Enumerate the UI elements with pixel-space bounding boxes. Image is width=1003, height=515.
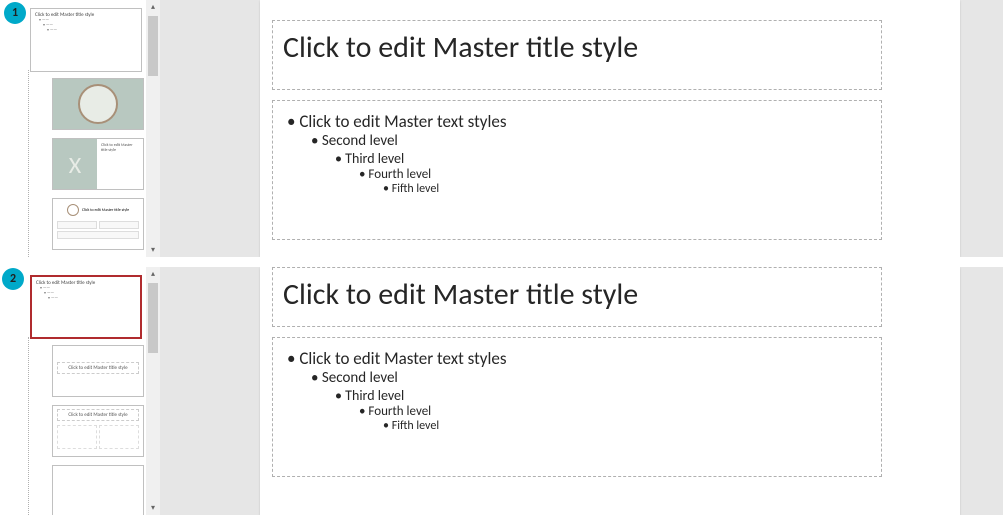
master-title-placeholder[interactable]: Click to edit Master title style (272, 20, 882, 90)
thumb-title-placeholder: Click to edit Master title style (57, 409, 139, 421)
slide-editor-bottom: Click to edit Master title style Click t… (160, 267, 1003, 515)
x-graphic: X (69, 151, 81, 180)
master-title-text: Click to edit Master title style (283, 29, 871, 66)
slide-canvas[interactable]: Click to edit Master title style Click t… (260, 267, 960, 515)
thumb-small-title: Click to edit Master title style (82, 208, 129, 213)
body-level-4: Fourth level (359, 167, 867, 182)
scrollbar-thumb[interactable] (148, 16, 158, 76)
body-level-2: Second level (311, 369, 867, 387)
thumb-body: • —— • —— • —— (40, 286, 136, 301)
scrollbar-thumb[interactable] (148, 283, 158, 353)
scrollbar-track[interactable] (146, 281, 160, 501)
body-level-3: Third level (335, 150, 867, 167)
slide-layout-thumbnail-3[interactable]: Click to edit Master title style (52, 198, 144, 250)
thumbnail-pane-top: Click to edit Master title style • —— • … (0, 0, 160, 257)
panel-divider (0, 257, 1003, 267)
slide-canvas[interactable]: Click to edit Master title style Click t… (260, 0, 960, 257)
master-body-placeholder[interactable]: Click to edit Master text styles Second … (272, 100, 882, 240)
master-body-placeholder[interactable]: Click to edit Master text styles Second … (272, 337, 882, 477)
panel-bottom: Click to edit Master title style • —— • … (0, 267, 1003, 515)
thumb-right-text: Click to edit Master title style (97, 139, 143, 189)
tree-connector (28, 70, 29, 257)
thumbnail-pane-bottom: Click to edit Master title style • —— • … (0, 267, 160, 515)
callout-number-2: 2 (2, 268, 24, 290)
body-level-5: Fifth level (383, 419, 867, 433)
wreath-graphic (78, 84, 118, 124)
body-level-2: Second level (311, 132, 867, 150)
wreath-small-graphic (67, 204, 79, 216)
scroll-down-arrow-icon[interactable]: ▾ (146, 501, 160, 515)
thumb-title-placeholder: Click to edit Master title style (57, 362, 139, 374)
slide-layout-thumbnail-2[interactable]: Click to edit Master title style (52, 405, 144, 457)
body-level-1: Click to edit Master text styles (287, 348, 867, 369)
slide-master-thumbnail-selected[interactable]: Click to edit Master title style • —— • … (30, 275, 142, 339)
panel-top: Click to edit Master title style • —— • … (0, 0, 1003, 257)
scroll-up-arrow-icon[interactable]: ▴ (146, 267, 160, 281)
body-level-4: Fourth level (359, 404, 867, 419)
master-title-text: Click to edit Master title style (283, 276, 871, 313)
body-level-1: Click to edit Master text styles (287, 111, 867, 132)
slide-master-thumbnail[interactable]: Click to edit Master title style • —— • … (30, 8, 142, 72)
slide-layout-thumbnail-1[interactable]: Click to edit Master title style (52, 345, 144, 397)
body-level-5: Fifth level (383, 182, 867, 196)
slide-layout-thumbnail-1[interactable] (52, 78, 144, 130)
slide-layout-thumbnail-3[interactable] (52, 465, 144, 515)
body-level-3: Third level (335, 387, 867, 404)
thumb-body: • —— • —— • —— (39, 18, 137, 33)
tree-connector (28, 337, 29, 515)
slide-editor-top: Click to edit Master title style Click t… (160, 0, 1003, 257)
thumbnail-scrollbar[interactable]: ▴ ▾ (146, 267, 160, 515)
scrollbar-track[interactable] (146, 14, 160, 243)
thumbnail-scrollbar[interactable]: ▴ ▾ (146, 0, 160, 257)
slide-layout-thumbnail-2[interactable]: X Click to edit Master title style (52, 138, 144, 190)
scroll-up-arrow-icon[interactable]: ▴ (146, 0, 160, 14)
scroll-down-arrow-icon[interactable]: ▾ (146, 243, 160, 257)
callout-number-1: 1 (4, 2, 26, 24)
master-title-placeholder[interactable]: Click to edit Master title style (272, 267, 882, 327)
